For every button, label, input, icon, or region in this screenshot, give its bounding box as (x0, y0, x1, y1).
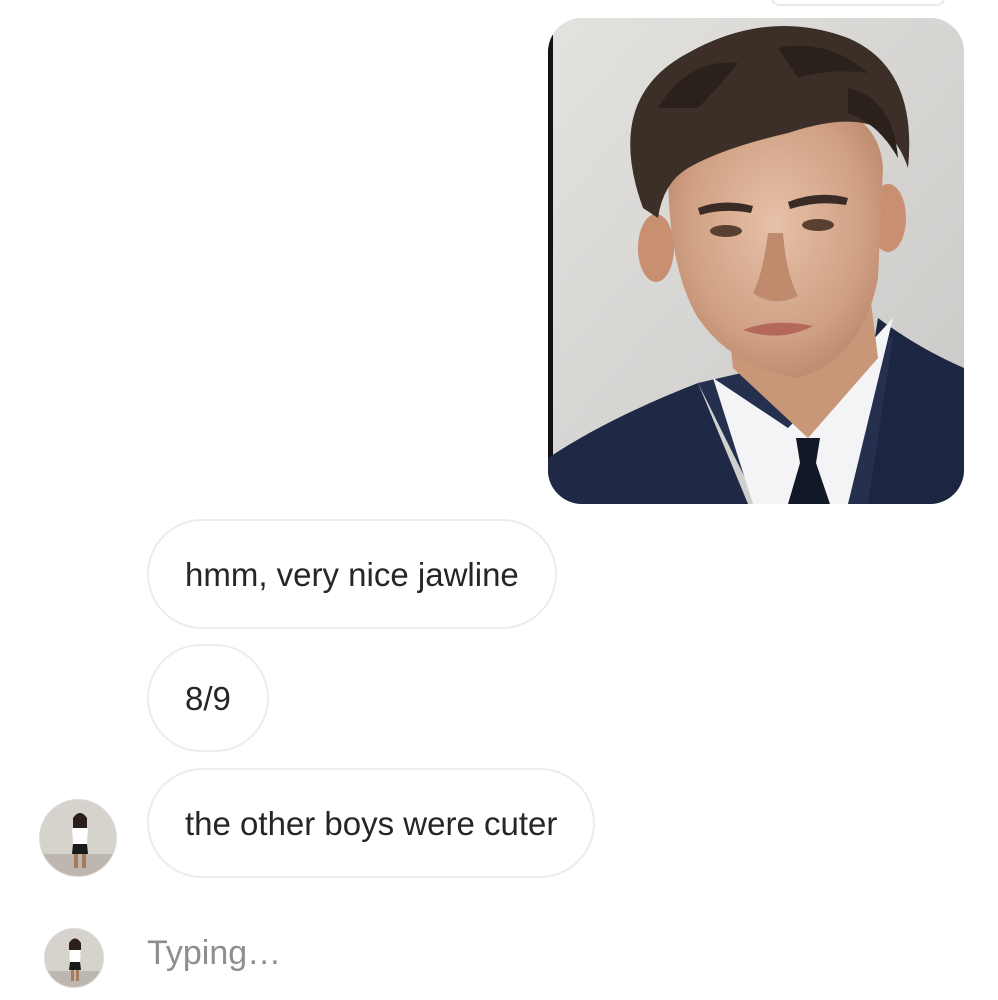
previous-message-bubble-edge (770, 0, 946, 6)
received-message-bubble[interactable]: hmm, very nice jawline (147, 519, 557, 629)
message-text: 8/9 (185, 679, 231, 717)
received-message-bubble[interactable]: 8/9 (147, 644, 269, 752)
avatar-woman-photo-icon (45, 929, 103, 987)
message-text: the other boys were cuter (185, 804, 558, 842)
sent-photo-message[interactable] (548, 18, 964, 504)
avatar-woman-photo-icon (40, 800, 116, 876)
photo-of-man-in-suit-icon (548, 18, 964, 504)
received-message-bubble[interactable]: the other boys were cuter (147, 768, 596, 878)
message-text: hmm, very nice jawline (185, 555, 519, 593)
typing-indicator: Typing… (147, 934, 282, 972)
contact-avatar[interactable] (39, 799, 117, 877)
contact-avatar-typing[interactable] (44, 928, 104, 988)
